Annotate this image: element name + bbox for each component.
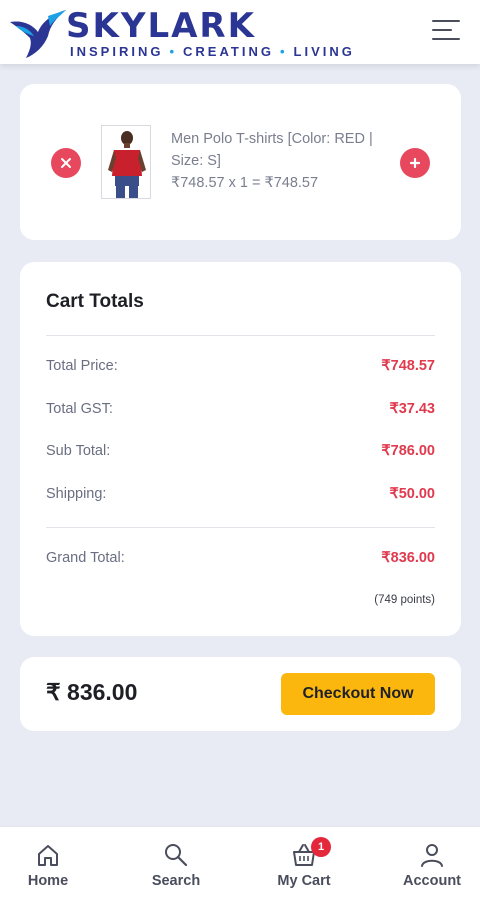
row-value: ₹37.43 [389,401,435,417]
nav-item-search[interactable]: Search [128,841,224,889]
product-details: Men Polo T-shirts [Color: RED | Size: S]… [171,128,386,194]
tagline-word: CREATING [183,44,274,59]
divider [46,335,435,336]
nav-label: Home [27,873,69,889]
nav-label: My Cart [277,873,331,889]
row-label: Sub Total: [46,443,111,459]
home-icon [38,845,58,866]
grand-total-label: Grand Total: [46,550,125,566]
nav-label: Account [403,873,461,889]
nav-item-my-cart[interactable]: 1 My Cart [256,837,352,889]
nav-label: Search [151,873,201,889]
cart-totals-card: Cart Totals Total Price: ₹748.57 Total G… [20,262,461,636]
row-value: ₹786.00 [381,443,435,459]
remove-item-button[interactable] [51,148,81,178]
sub-total-row: Sub Total: ₹786.00 [46,443,435,463]
product-price-line: ₹748.57 x 1 = ₹748.57 [171,175,319,191]
search-icon [165,844,188,867]
skylark-logo[interactable]: SKYLARK INSPIRING • CREATING • LIVING [8,6,352,59]
reward-points: (749 points) [374,594,435,606]
row-value: ₹748.57 [381,358,435,374]
plus-icon [409,157,421,169]
row-label: Total Price: [46,358,118,374]
bottom-navigation: Home Search 1 My Cart Account [0,826,480,900]
product-name[interactable]: Men Polo T-shirts [Color: RED | Size: S] [171,128,386,172]
checkout-now-button[interactable]: Checkout Now [281,673,435,715]
grand-total-value: ₹836.00 [381,550,435,566]
row-value: ₹50.00 [389,486,435,502]
close-icon [61,158,71,168]
hamburger-menu-icon[interactable] [432,18,462,46]
add-item-button[interactable] [400,148,430,178]
brand-tagline: INSPIRING • CREATING • LIVING [70,44,355,59]
tagline-word: LIVING [293,44,355,59]
divider [46,527,435,528]
total-price-row: Total Price: ₹748.57 [46,358,435,378]
grand-total-row: Grand Total: ₹836.00 [46,550,435,570]
nav-item-home[interactable]: Home [0,841,96,889]
total-gst-row: Total GST: ₹37.43 [46,401,435,421]
user-icon [421,844,443,867]
nav-item-account[interactable]: Account [384,841,480,889]
cart-item-card: Men Polo T-shirts [Color: RED | Size: S]… [20,84,461,240]
row-label: Shipping: [46,486,107,502]
app-header: SKYLARK INSPIRING • CREATING • LIVING [0,0,480,64]
checkout-amount: ₹ 836.00 [46,679,138,705]
cart-totals-title: Cart Totals [46,291,144,312]
product-image[interactable] [101,125,151,199]
row-label: Total GST: [46,401,113,417]
tagline-word: INSPIRING [70,44,164,59]
checkout-card: ₹ 836.00 Checkout Now [20,657,461,731]
cart-count-badge: 1 [311,837,331,857]
bird-icon [10,10,66,58]
brand-name: SKYLARK [66,6,256,46]
shipping-row: Shipping: ₹50.00 [46,486,435,506]
